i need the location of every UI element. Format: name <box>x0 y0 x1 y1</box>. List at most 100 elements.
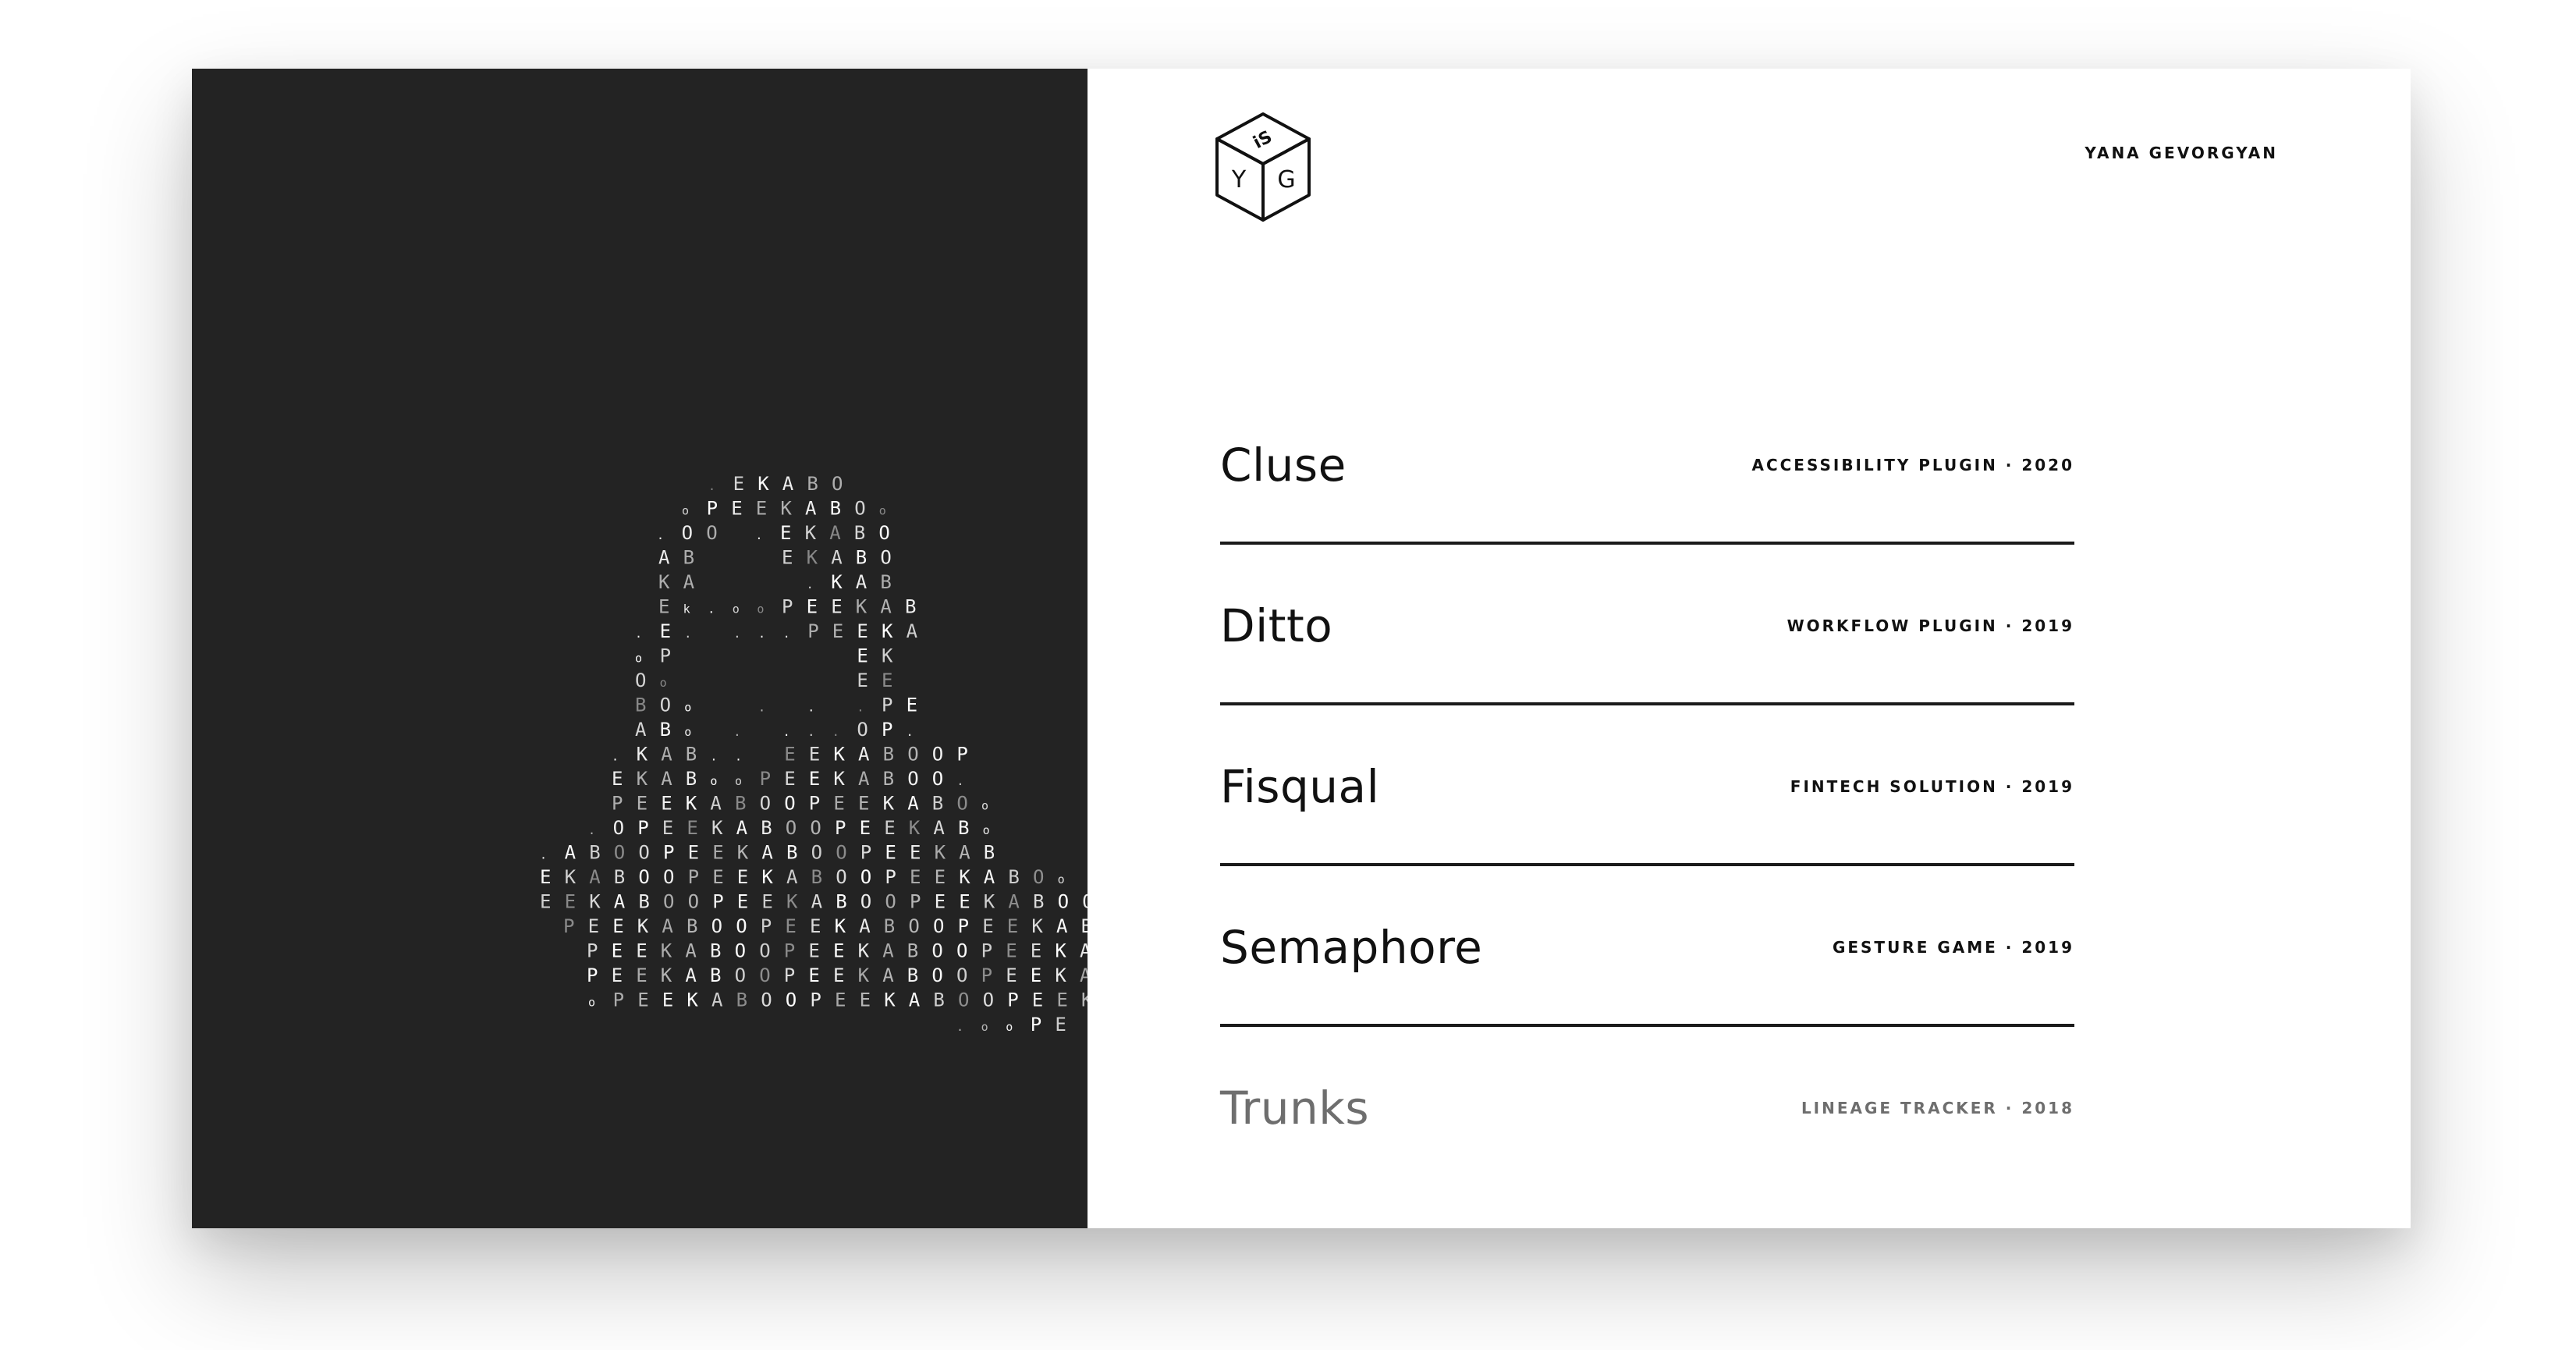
project-row-trunks[interactable]: Trunks LINEAGE TRACKER · 2018 <box>1220 1027 2074 1188</box>
art-glyph: E <box>588 915 599 937</box>
art-glyph: E <box>612 965 623 986</box>
art-glyph: K <box>589 891 601 913</box>
art-glyph: E <box>857 645 868 667</box>
author-name[interactable]: YANA GEVORGYAN <box>2085 144 2278 162</box>
art-glyph: O <box>958 989 969 1011</box>
art-glyph: A <box>882 965 894 986</box>
project-name: Semaphore <box>1220 921 1483 974</box>
art-glyph: P <box>760 768 771 790</box>
project-row-cluse[interactable]: Cluse ACCESSIBILITY PLUGIN · 2020 <box>1220 384 2074 545</box>
art-glyph: K <box>661 965 672 986</box>
art-glyph: O <box>836 866 846 888</box>
project-row-semaphore[interactable]: Semaphore GESTURE GAME · 2019 <box>1220 866 2074 1027</box>
art-glyph: B <box>786 842 797 864</box>
art-glyph: O <box>983 989 994 1011</box>
art-glyph: E <box>737 866 748 888</box>
art-glyph: k <box>683 602 690 616</box>
art-glyph: B <box>907 940 918 962</box>
art-glyph: P <box>637 817 648 839</box>
art-glyph: B <box>856 547 867 569</box>
art-glyph: E <box>1055 1014 1066 1036</box>
art-glyph: B <box>710 965 721 986</box>
art-glyph: A <box>859 915 871 937</box>
art-glyph: K <box>858 965 870 986</box>
art-glyph: E <box>860 989 871 1011</box>
project-row-ditto[interactable]: Ditto WORKFLOW PLUGIN · 2019 <box>1220 545 2074 705</box>
art-glyph: A <box>635 719 647 741</box>
art-glyph: O <box>1058 891 1069 913</box>
art-glyph: E <box>1007 915 1018 937</box>
art-glyph: B <box>907 965 918 986</box>
art-glyph: K <box>1055 940 1066 962</box>
art-glyph: K <box>856 596 868 618</box>
project-name: Trunks <box>1220 1082 1370 1135</box>
art-glyph: B <box>1033 891 1044 913</box>
art-glyph: E <box>982 915 993 937</box>
art-glyph: A <box>782 473 794 495</box>
project-meta: GESTURE GAME · 2019 <box>1832 938 2074 957</box>
art-glyph: P <box>563 915 574 937</box>
art-glyph: A <box>858 744 870 766</box>
art-glyph: E <box>756 498 767 520</box>
art-glyph: O <box>761 989 772 1011</box>
project-meta: WORKFLOW PLUGIN · 2019 <box>1787 616 2074 635</box>
project-list: Cluse ACCESSIBILITY PLUGIN · 2020 Ditto … <box>1220 384 2074 1188</box>
art-glyph: o <box>1058 872 1065 886</box>
art-glyph: E <box>832 620 843 642</box>
art-glyph: O <box>760 793 771 815</box>
art-glyph: K <box>711 817 723 839</box>
project-name: Cluse <box>1220 439 1347 492</box>
art-glyph: K <box>882 645 893 667</box>
art-glyph: E <box>807 596 818 618</box>
art-glyph: . <box>657 528 664 542</box>
art-glyph: E <box>636 965 647 986</box>
art-glyph: O <box>907 768 918 790</box>
art-glyph: P <box>660 645 671 667</box>
art-glyph: P <box>761 915 772 937</box>
art-glyph: o <box>588 996 595 1010</box>
art-glyph: B <box>687 915 697 937</box>
art-glyph: K <box>737 842 749 864</box>
art-glyph: E <box>857 620 868 642</box>
art-glyph: O <box>786 989 797 1011</box>
art-glyph: O <box>784 793 795 815</box>
art-glyph: B <box>958 817 969 839</box>
art-glyph: K <box>637 915 649 937</box>
art-glyph: K <box>565 866 577 888</box>
art-glyph: B <box>736 989 747 1011</box>
art-glyph: O <box>860 866 871 888</box>
project-row-fisqual[interactable]: Fisqual FINTECH SOLUTION · 2019 <box>1220 705 2074 866</box>
art-glyph: O <box>932 768 943 790</box>
art-glyph: . <box>783 725 790 739</box>
art-glyph: O <box>931 940 942 962</box>
art-glyph: E <box>882 670 892 691</box>
art-glyph: K <box>935 842 946 864</box>
art-glyph: A <box>1056 915 1068 937</box>
art-glyph: B <box>884 915 895 937</box>
art-glyph: B <box>1008 866 1019 888</box>
art-glyph: K <box>805 522 817 544</box>
cube-logo-icon[interactable]: Y G iS <box>1212 111 1314 223</box>
art-glyph: A <box>880 596 892 618</box>
art-glyph: E <box>907 695 917 716</box>
art-glyph: E <box>959 891 970 913</box>
art-glyph: E <box>935 866 946 888</box>
art-glyph: K <box>833 768 845 790</box>
art-glyph: O <box>908 915 919 937</box>
art-glyph: O <box>735 940 746 962</box>
art-glyph: O <box>854 498 865 520</box>
art-glyph: P <box>707 498 718 520</box>
art-glyph: E <box>835 989 846 1011</box>
art-glyph: A <box>589 866 601 888</box>
art-glyph: K <box>1055 965 1066 986</box>
art-glyph: E <box>688 842 699 864</box>
art-glyph: o <box>684 725 691 739</box>
art-glyph: P <box>663 842 674 864</box>
art-glyph: K <box>758 473 769 495</box>
art-glyph: P <box>807 620 818 642</box>
project-name: Ditto <box>1220 599 1333 652</box>
letter-a-typographic-art: . E K A B Oo P E E K A B Oo. O O. E K A B OA B E K A B OK A. K A BE k.… <box>540 473 1088 1036</box>
art-glyph: K <box>831 571 843 593</box>
art-glyph: A <box>685 940 697 962</box>
art-glyph: . <box>807 701 814 715</box>
